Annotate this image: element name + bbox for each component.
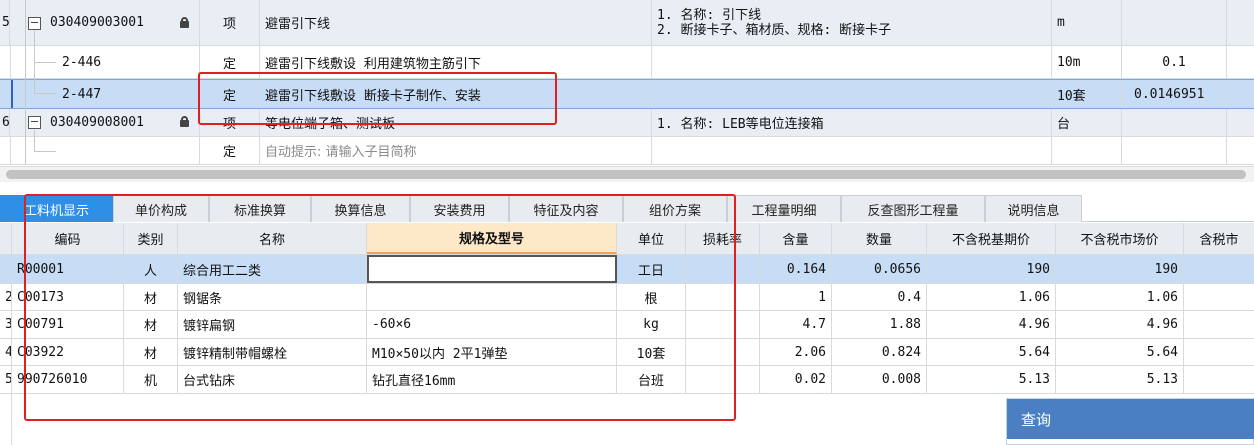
annotation-box [198,72,557,125]
item-unit: 台 [1052,109,1122,136]
lock-icon [180,116,189,127]
row-index: 2 [0,284,12,310]
item-qty: 0.0146951 [1122,80,1227,108]
resource-market-price[interactable]: 190 [1056,255,1184,283]
tree-line [34,62,56,63]
item-qty [1122,109,1227,136]
item-features: 1. 名称: 引下线 2. 断接卡子、箱材质、规格: 断接卡子 [652,0,1052,45]
top-table: 5 030409003001 项 避雷引下线 1. 名称: 引下线 2. 断接卡… [0,0,1254,165]
collapse-icon[interactable]: − [28,116,41,129]
row-index: 5 [0,366,12,393]
feature-line: 1. 名称: LEB等电位连接箱 [657,117,824,132]
tree-line [34,130,35,151]
resource-base-price[interactable]: 5.13 [927,366,1056,393]
item-code: 2-446 [62,54,102,70]
resource-market-price[interactable]: 5.13 [1056,366,1184,393]
item-features: 1. 名称: LEB等电位连接箱 [652,109,1052,136]
row-index [0,255,12,283]
query-panel-title: 查询 [1021,410,1052,429]
annotation-box [24,194,736,421]
query-panel-header[interactable]: 查询 [1007,399,1254,439]
item-qty: 0.1 [1122,46,1227,78]
scrollbar-thumb[interactable] [6,170,1246,179]
col-header-quantity[interactable]: 数量 [832,223,927,254]
resource-base-price[interactable]: 5.64 [927,339,1056,365]
collapse-icon[interactable]: − [28,17,41,30]
resource-market-price[interactable]: 4.96 [1056,311,1184,338]
resource-market-price[interactable]: 1.06 [1056,284,1184,310]
row-number: 6 [0,109,10,136]
item-code: 2-447 [62,86,102,102]
resource-content[interactable]: 2.06 [760,339,832,365]
item-name-placeholder[interactable]: 自动提示: 请输入子目简称 [260,137,652,164]
item-unit: 10m [1052,46,1122,78]
table-row[interactable]: 定 自动提示: 请输入子目简称 [0,137,1254,165]
item-name: 避雷引下线 [260,0,652,45]
resource-base-price[interactable]: 1.06 [927,284,1056,310]
query-panel[interactable]: 查询 [1006,398,1254,445]
item-unit: m [1052,0,1122,45]
item-code: 030409008001 [50,115,144,130]
col-header-market-price[interactable]: 不含税市场价 [1056,223,1184,254]
item-unit [1052,137,1122,164]
item-code: 030409003001 [50,15,144,30]
tab-reverse-lookup[interactable]: 反查图形工程量 [841,195,985,222]
item-type: 项 [200,0,260,45]
row-number: 5 [0,0,10,45]
resource-content[interactable]: 0.02 [760,366,832,393]
resource-quantity[interactable]: 1.88 [832,311,927,338]
tree-line [25,0,26,165]
resource-market-price[interactable]: 5.64 [1056,339,1184,365]
horizontal-scrollbar[interactable] [0,166,1254,182]
lock-icon [180,17,189,28]
feature-line: 2. 断接卡子、箱材质、规格: 断接卡子 [657,22,892,38]
tree-line [34,151,56,152]
item-unit: 10套 [1052,80,1122,108]
resource-quantity[interactable]: 0.0656 [832,255,927,283]
resource-quantity[interactable]: 0.008 [832,366,927,393]
tab-quantity-detail[interactable]: 工程量明细 [727,195,841,222]
item-type: 定 [200,137,260,164]
resource-base-price[interactable]: 190 [927,255,1056,283]
resource-content[interactable]: 0.164 [760,255,832,283]
item-qty [1122,0,1227,45]
resource-content[interactable]: 1 [760,284,832,310]
row-index: 4 [0,339,12,365]
table-row[interactable]: 2-446 定 避雷引下线敷设 利用建筑物主筋引下 10m 0.1 [0,46,1254,79]
resource-base-price[interactable]: 4.96 [927,311,1056,338]
col-header-tax-price[interactable]: 含税市 [1184,223,1254,254]
resource-content[interactable]: 4.7 [760,311,832,338]
table-row-selected[interactable]: 2-447 定 避雷引下线敷设 断接卡子制作、安装 10套 0.0146951 [0,79,1254,109]
feature-line: 1. 名称: 引下线 [657,7,762,23]
col-header-base-price[interactable]: 不含税基期价 [927,223,1056,254]
tab-notes[interactable]: 说明信息 [985,195,1082,222]
item-qty [1122,137,1227,164]
resource-quantity[interactable]: 0.4 [832,284,927,310]
resource-quantity[interactable]: 0.824 [832,339,927,365]
tree-line [34,93,56,94]
col-header-content[interactable]: 含量 [760,223,832,254]
row-index: 3 [0,311,12,338]
